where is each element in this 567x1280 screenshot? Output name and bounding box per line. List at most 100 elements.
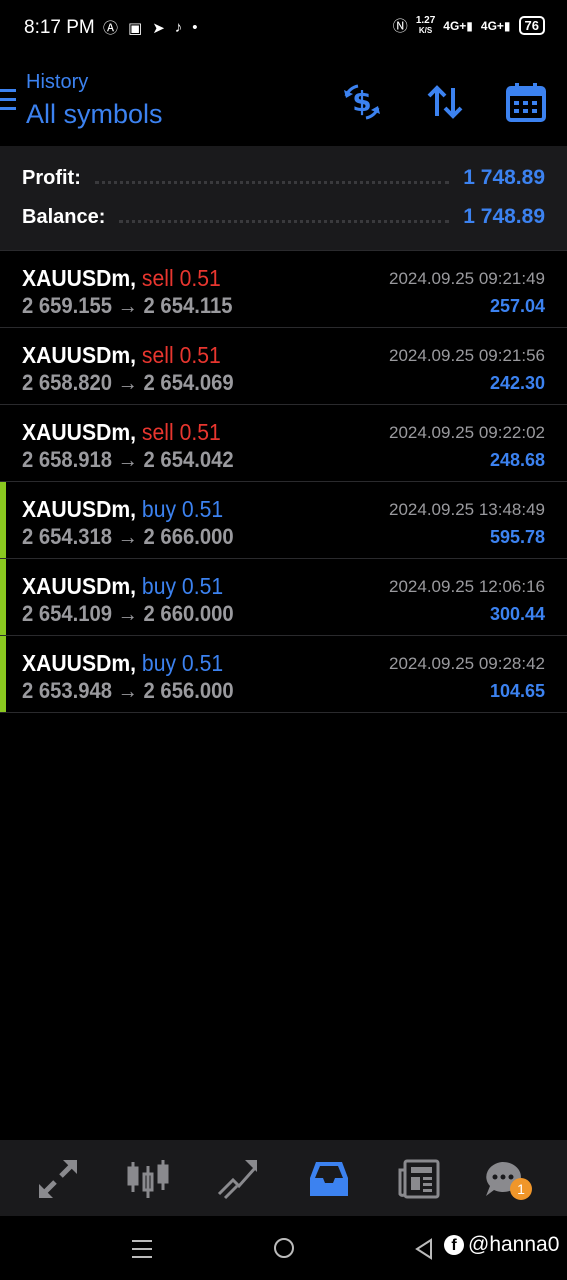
net-speed: 1.27 K/S [415,14,436,36]
trade-row[interactable]: XAUUSDm, sell 0.51 2 659.155 → 2 654.115… [0,251,567,328]
profit-label: Profit: [22,166,81,189]
trade-prices: 2 658.918 → 2 654.042 [22,447,234,473]
watermark-handle: @hanna0 [468,1233,560,1256]
trade-open-price: 2 658.820 [22,370,113,395]
currency-exchange-icon[interactable]: $ [340,80,384,124]
trade-volume: 0.51 [179,265,221,291]
battery-icon: 76 [518,16,545,35]
trade-side: sell 0.51 [142,342,221,368]
trade-open-price: 2 658.918 [22,447,113,472]
trade-side-label: buy [141,573,177,599]
profit-value: 1 748.89 [463,166,545,189]
calendar-icon[interactable] [504,80,548,124]
sim2-label: 4G+ [480,18,504,33]
bottom-nav: 1 [0,1140,567,1216]
trade-side-label: sell [141,265,174,291]
trade-title: XAUUSDm, sell 0.51 [22,419,221,446]
trade-side: buy 0.51 [142,496,223,522]
net-speed-value: 1.27 [415,14,436,26]
balance-value: 1 748.89 [463,205,545,228]
symbol-filter[interactable]: All symbols [26,99,163,130]
telegram-icon: ➤ [152,19,165,37]
trade-prices: 2 658.820 → 2 654.069 [22,370,234,396]
trade-time: 2024.09.25 09:21:49 [389,269,545,288]
trade-side: sell 0.51 [142,419,221,445]
svg-text:$: $ [352,85,371,118]
trade-title: XAUUSDm, buy 0.51 [22,496,223,523]
trade-profit: 242.30 [489,373,545,393]
quotes-icon[interactable] [35,1156,81,1202]
trade-close-price: 2 654.115 [143,293,233,318]
trade-row[interactable]: XAUUSDm, buy 0.51 2 654.318 → 2 666.000 … [0,482,567,559]
trade-open-price: 2 653.948 [22,678,113,703]
trade-profit: 248.68 [489,450,545,470]
trade-side-label: sell [141,342,174,368]
chart-icon[interactable] [125,1156,171,1202]
trade-close-price: 2 654.042 [143,447,234,472]
trade-symbol: XAUUSDm, [22,573,137,599]
trade-title: XAUUSDm, buy 0.51 [22,573,223,600]
tiktok-icon: ♪ [174,19,183,36]
trade-row[interactable]: XAUUSDm, sell 0.51 2 658.918 → 2 654.042… [0,405,567,482]
trade-volume: 0.51 [179,419,221,445]
sim1-label: 4G+ [443,18,467,33]
trade-close-price: 2 656.000 [143,678,234,703]
system-nav: f @hanna0 [0,1216,567,1280]
sort-icon[interactable] [423,80,467,124]
status-right: Ⓝ 1.27 K/S 4G+▮ 4G+▮ 76 [393,15,545,36]
home-icon[interactable] [274,1238,294,1258]
status-time: 8:17 PM [24,17,95,38]
net-speed-unit: K/S [418,25,433,35]
header-subtitle: History [26,71,89,93]
arrow-right-icon: → [117,601,138,626]
trade-icon[interactable] [215,1156,261,1202]
arrow-right-icon: → [117,524,138,549]
arrow-right-icon: → [117,293,138,318]
trade-symbol: XAUUSDm, [22,496,137,522]
notification-icons: Ⓐ ▣ ➤ ♪ • [103,17,198,38]
trade-time: 2024.09.25 09:22:02 [389,423,545,442]
status-bar: 8:17 PM Ⓐ ▣ ➤ ♪ • Ⓝ 1.27 K/S 4G+▮ 4G+▮ 7… [0,0,567,56]
trade-side: buy 0.51 [142,573,223,599]
trade-profit: 595.78 [489,527,545,547]
summary-panel: Profit: 1 748.89 Balance: 1 748.89 [0,146,567,251]
balance-row: Balance: 1 748.89 [22,202,545,232]
trade-open-price: 2 654.318 [22,524,113,549]
history-icon[interactable] [306,1156,352,1202]
trade-profit: 300.44 [489,604,545,624]
recent-apps-icon[interactable] [132,1240,152,1264]
notification-badge: 1 [510,1178,532,1200]
trade-side-label: buy [141,650,177,676]
trade-title: XAUUSDm, buy 0.51 [22,650,223,677]
trade-row[interactable]: XAUUSDm, sell 0.51 2 658.820 → 2 654.069… [0,328,567,405]
menu-icon[interactable] [0,89,16,111]
trade-symbol: XAUUSDm, [22,265,137,291]
balance-label: Balance: [22,205,106,228]
trade-close-price: 2 660.000 [143,601,234,626]
sim1-signal-icon: 4G+▮ [443,18,473,33]
trade-title: XAUUSDm, sell 0.51 [22,342,221,369]
trade-row[interactable]: XAUUSDm, buy 0.51 2 654.109 → 2 660.000 … [0,559,567,636]
back-icon[interactable] [414,1238,434,1265]
app-notification-icon: Ⓐ [103,20,119,37]
trade-prices: 2 659.155 → 2 654.115 [22,293,232,319]
trade-symbol: XAUUSDm, [22,650,137,676]
trade-profit: 257.04 [489,296,545,316]
messages-icon[interactable]: 1 [482,1156,532,1202]
more-notifications-dot-icon: • [192,19,198,36]
balance-dots [119,219,450,223]
facebook-icon: f [444,1235,464,1255]
trade-row[interactable]: XAUUSDm, buy 0.51 2 653.948 → 2 656.000 … [0,636,567,713]
trade-volume: 0.51 [179,342,221,368]
trade-close-price: 2 666.000 [143,524,234,549]
trade-side-label: sell [141,419,174,445]
news-icon[interactable] [396,1156,442,1202]
arrow-right-icon: → [117,370,138,395]
profit-dots [94,180,450,184]
sim2-signal-icon: 4G+▮ [480,18,511,33]
trade-prices: 2 653.948 → 2 656.000 [22,678,234,704]
trade-volume: 0.51 [181,650,224,676]
phone-notification-icon: ▣ [128,19,143,37]
trade-symbol: XAUUSDm, [22,342,137,368]
arrow-right-icon: → [117,678,138,703]
